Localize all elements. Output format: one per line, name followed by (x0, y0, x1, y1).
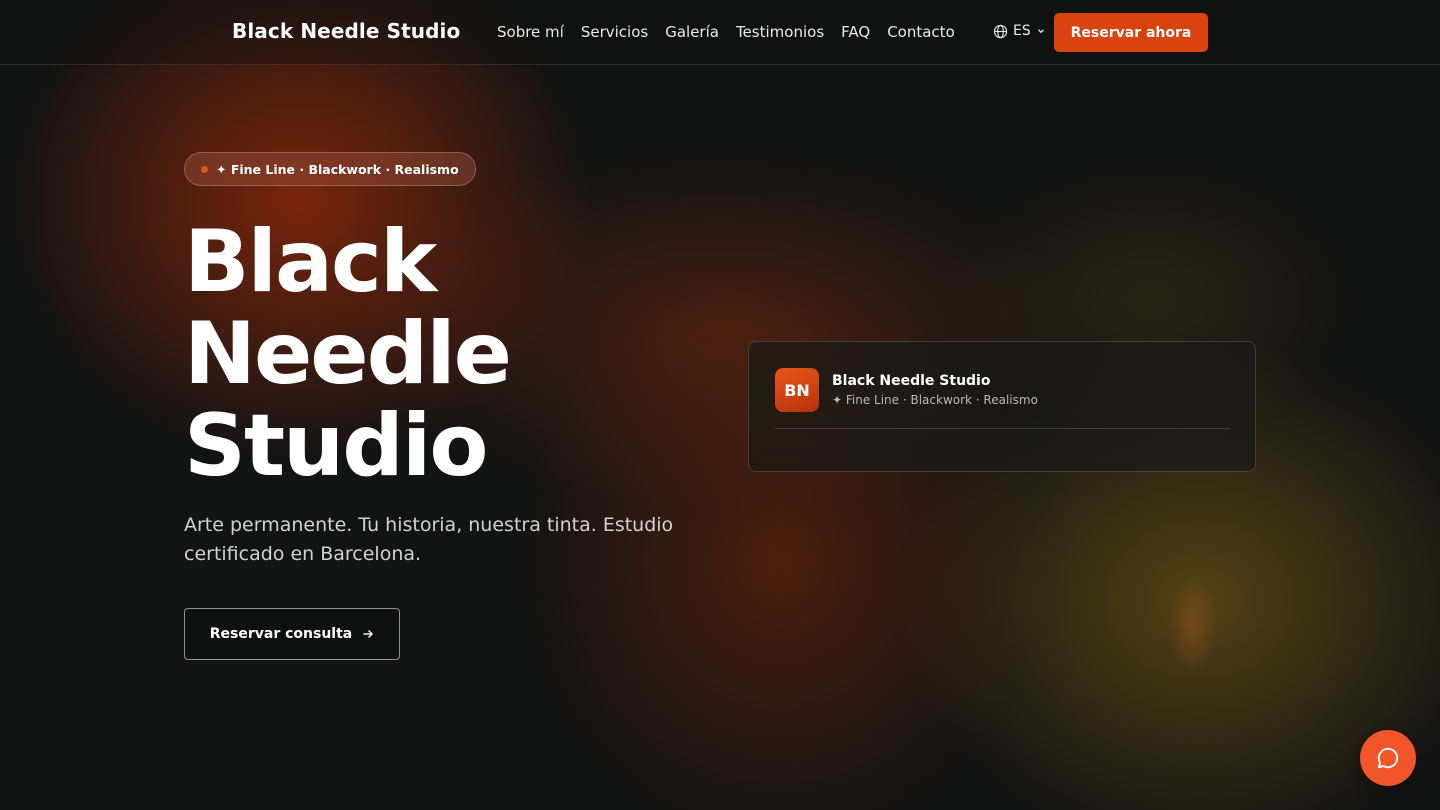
card-divider (775, 428, 1230, 429)
hero-title-line: Needle (184, 304, 512, 404)
chat-bubble-icon (1377, 747, 1399, 769)
site-header: Black Needle Studio Sobre mí Servicios G… (0, 0, 1440, 65)
hero-title-line: Black (184, 212, 437, 312)
brand-logo[interactable]: Black Needle Studio (232, 19, 460, 43)
status-dot (201, 165, 208, 173)
nav-link-services[interactable]: Servicios (581, 23, 648, 41)
studio-card-title: Black Needle Studio (832, 373, 991, 389)
nav-link-gallery[interactable]: Galería (665, 23, 719, 41)
studio-card-subtitle: ✦ Fine Line · Blackwork · Realismo (832, 393, 1038, 407)
main-nav: Sobre mí Servicios Galería Testimonios F… (497, 23, 955, 41)
studio-avatar: BN (775, 368, 819, 412)
language-code: ES (1013, 23, 1031, 39)
language-selector[interactable]: ES (993, 23, 1046, 39)
hero-title-line: Studio (184, 396, 488, 496)
nav-link-contact[interactable]: Contacto (887, 23, 955, 41)
cta-label: Reservar consulta (209, 626, 353, 642)
studio-card: BN Black Needle Studio ✦ Fine Line · Bla… (748, 341, 1256, 472)
chevron-down-icon (1037, 29, 1044, 34)
hero-title: Black Needle Studio (184, 212, 512, 496)
hero-subtitle: Arte permanente. Tu historia, nuestra ti… (184, 514, 674, 565)
style-tag-badge: ✦ Fine Line · Blackwork · Realismo (184, 152, 476, 186)
nav-link-about[interactable]: Sobre mí (497, 23, 564, 41)
hero-section: ✦ Fine Line · Blackwork · Realismo Black… (0, 0, 1440, 810)
nav-link-faq[interactable]: FAQ (841, 23, 870, 41)
style-tag-text: ✦ Fine Line · Blackwork · Realismo (216, 161, 459, 177)
book-consultation-button[interactable]: Reservar consulta (184, 608, 400, 660)
globe-icon (993, 24, 1008, 38)
arrow-right-icon (363, 630, 374, 638)
book-now-button[interactable]: Reservar ahora (1054, 13, 1208, 52)
chat-button[interactable] (1360, 730, 1416, 786)
nav-link-testimonials[interactable]: Testimonios (736, 23, 824, 41)
